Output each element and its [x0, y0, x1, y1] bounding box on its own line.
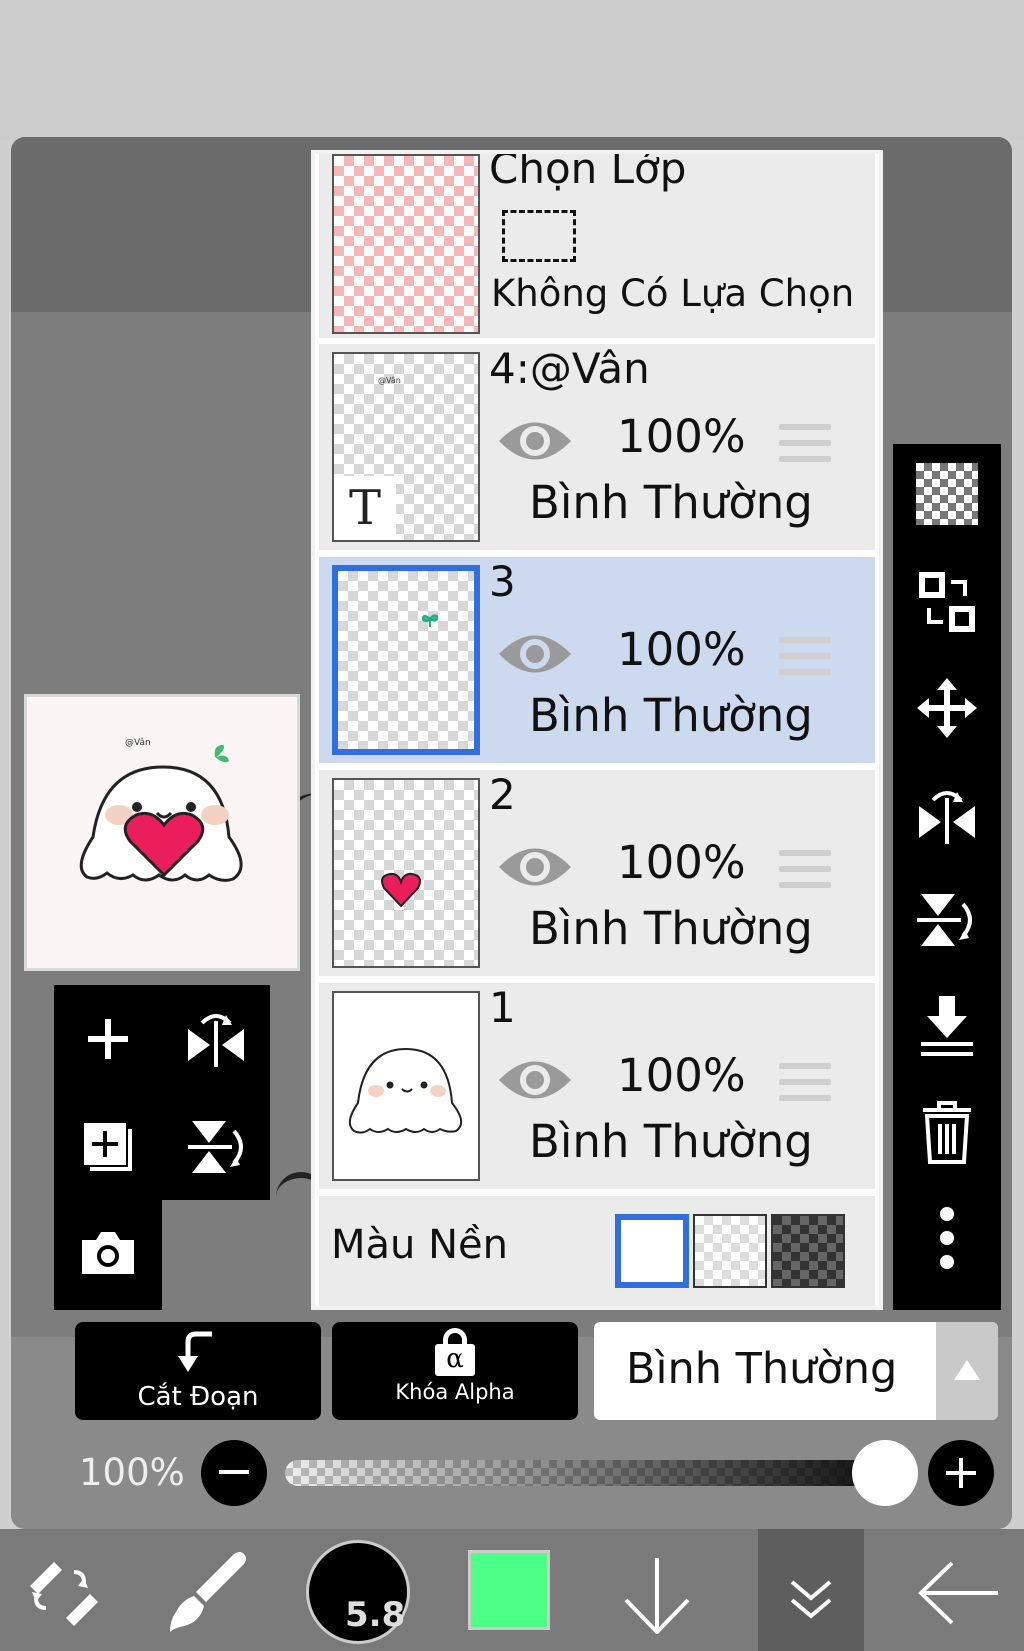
background-color-row: Màu Nền — [319, 1196, 875, 1306]
layer-opacity: 100% — [617, 836, 746, 889]
arrow-down-icon[interactable] — [622, 1556, 692, 1635]
merge-down-icon[interactable] — [893, 976, 1001, 1076]
brush-icon[interactable] — [166, 1548, 252, 1634]
ghost-illustration — [79, 745, 243, 882]
layer-opacity: 100% — [617, 410, 746, 463]
drag-handle-icon[interactable] — [779, 850, 831, 890]
flip-vertical-icon[interactable] — [893, 870, 1001, 970]
opacity-value: 100% — [79, 1451, 185, 1494]
flip-horizontal-icon[interactable] — [893, 764, 1001, 864]
selection-title: Chọn Lớp — [489, 150, 687, 193]
plus-icon — [946, 1458, 976, 1488]
layer-row[interactable]: 2 100% Bình Thường — [319, 770, 875, 976]
triangle-up-icon — [954, 1360, 980, 1380]
thumbnail-text: @Vân — [378, 376, 401, 385]
opacity-minus-button[interactable] — [201, 1440, 267, 1506]
layer-name: 2 — [489, 770, 516, 819]
opacity-slider-track[interactable] — [285, 1460, 895, 1486]
layer-row-selected[interactable]: 3 100% Bình Thường — [319, 557, 875, 763]
alpha-lock-label: Khóa Alpha — [395, 1380, 515, 1404]
selection-status: Không Có Lựa Chọn — [491, 272, 855, 315]
layer-name: 3 — [489, 557, 516, 606]
chevron-double-down-icon[interactable] — [788, 1576, 834, 1622]
heart-thumbnail — [381, 872, 421, 908]
layer-blend-mode: Bình Thường — [529, 476, 813, 529]
layer-row[interactable]: @Vân T 4:@Vân 100% Bình Thường — [319, 344, 875, 550]
opacity-slider-knob[interactable] — [852, 1440, 918, 1506]
layer-opacity: 100% — [617, 623, 746, 676]
clipping-button[interactable]: Cắt Đoạn — [75, 1322, 321, 1420]
flip-horizontal-icon[interactable] — [162, 985, 270, 1093]
drag-handle-icon[interactable] — [779, 637, 831, 677]
bg-white-swatch[interactable] — [615, 1214, 689, 1288]
drag-handle-icon[interactable] — [779, 424, 831, 464]
camera-icon[interactable] — [54, 1198, 162, 1306]
layer-opacity: 100% — [617, 1049, 746, 1102]
color-swatch-icon[interactable] — [468, 1550, 550, 1630]
canvas-preview[interactable]: @Vân — [24, 694, 300, 971]
layer-name: 1 — [489, 983, 516, 1032]
layer-thumbnail — [332, 778, 480, 968]
alpha-lock-button[interactable]: α Khóa Alpha — [332, 1322, 578, 1420]
layer-blend-mode: Bình Thường — [529, 902, 813, 955]
layer-name: 4:@Vân — [489, 344, 650, 393]
flip-vertical-icon[interactable] — [162, 1093, 270, 1201]
ghost-thumbnail — [348, 1047, 463, 1134]
trash-icon[interactable] — [893, 1082, 1001, 1182]
brush-size-value: 5.8 — [345, 1595, 406, 1635]
layer-blend-mode: Bình Thường — [529, 1115, 813, 1168]
drag-handle-icon[interactable] — [779, 1063, 831, 1103]
bg-dark-checker-swatch[interactable] — [771, 1214, 845, 1288]
selection-thumbnail — [332, 154, 480, 334]
left-toolbox — [54, 985, 270, 1200]
layer-thumbnail — [332, 565, 480, 755]
more-icon[interactable] — [893, 1188, 1001, 1288]
eye-icon[interactable] — [497, 844, 573, 890]
eye-icon[interactable] — [497, 631, 573, 677]
marquee-icon — [502, 210, 576, 262]
tool-switch-icon[interactable] — [20, 1550, 100, 1630]
add-layer-icon[interactable] — [54, 985, 162, 1093]
swap-icon[interactable] — [893, 552, 1001, 652]
right-toolbar — [893, 444, 1001, 1310]
clipping-label: Cắt Đoạn — [137, 1382, 259, 1412]
bg-transparent-swatch[interactable] — [693, 1214, 767, 1288]
layer-thumbnail — [332, 991, 480, 1181]
layer-row[interactable]: 1 100% Bình Thường — [319, 983, 875, 1189]
opacity-plus-button[interactable] — [928, 1440, 994, 1506]
sprout-thumbnail — [422, 614, 438, 627]
eye-icon[interactable] — [497, 1057, 573, 1103]
brush-size-icon[interactable]: 5.8 — [306, 1540, 410, 1644]
clip-arrow-icon — [178, 1331, 212, 1372]
move-icon[interactable] — [893, 658, 1001, 758]
alpha-glyph: α — [435, 1344, 475, 1376]
left-toolbox-lower — [54, 1198, 162, 1310]
background-label: Màu Nền — [331, 1222, 508, 1268]
back-arrow-icon[interactable] — [918, 1560, 1000, 1626]
alpha-lock-icon: α — [435, 1328, 475, 1376]
transparency-icon[interactable] — [893, 444, 1001, 544]
text-layer-icon: T — [334, 476, 396, 540]
top-area — [0, 0, 1024, 140]
layer-thumbnail: @Vân T — [332, 352, 480, 542]
layers-panel: Chọn Lớp Không Có Lựa Chọn @Vân T 4:@Vân… — [311, 150, 883, 1310]
add-layer-copy-icon[interactable] — [54, 1093, 162, 1201]
layer-blend-mode: Bình Thường — [529, 689, 813, 742]
eye-icon[interactable] — [497, 418, 573, 464]
minus-icon — [219, 1470, 249, 1474]
blend-mode-value: Bình Thường — [626, 1344, 898, 1394]
blend-dropdown-button[interactable] — [936, 1322, 998, 1420]
selection-layer-row[interactable]: Chọn Lớp Không Có Lựa Chọn — [319, 154, 875, 338]
